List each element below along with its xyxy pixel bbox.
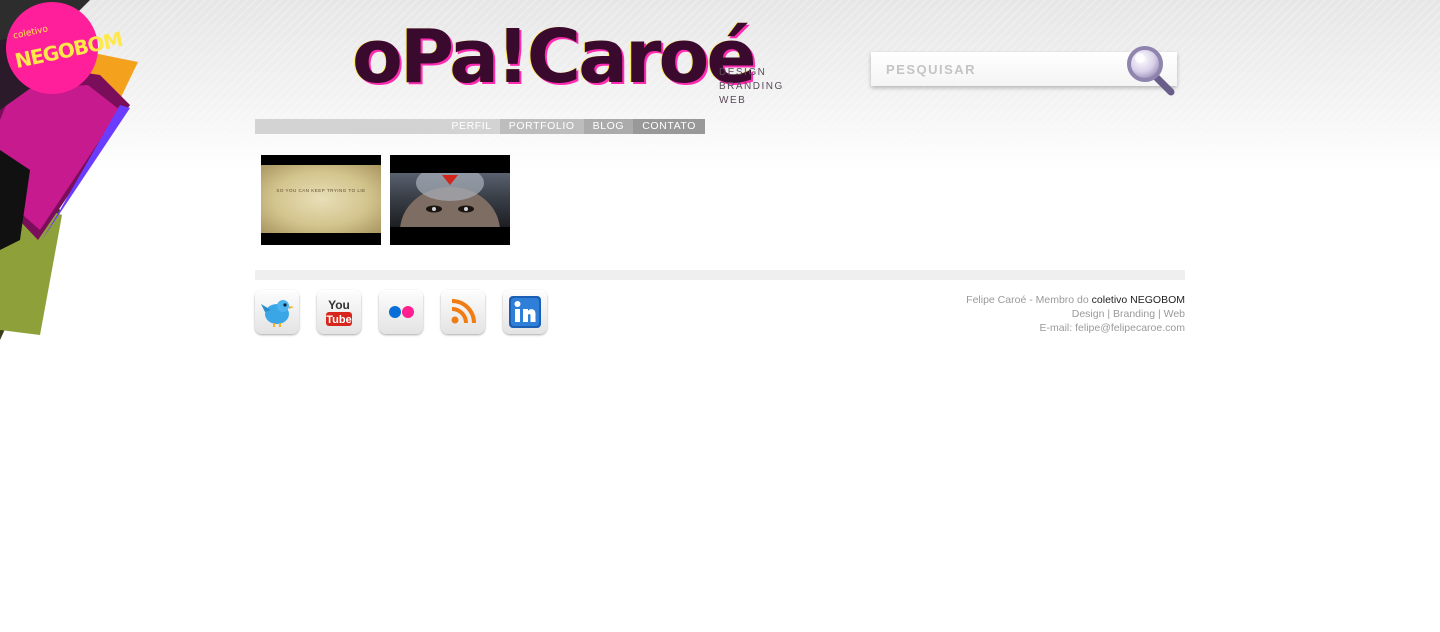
parchment-frame bbox=[261, 165, 381, 233]
magnifier-icon bbox=[1127, 46, 1175, 96]
search-box bbox=[871, 46, 1177, 96]
rss-icon bbox=[451, 299, 476, 324]
youtube-icon: You Tube bbox=[326, 298, 352, 326]
footer-line-2: Design | Branding | Web bbox=[966, 307, 1185, 321]
main-nav-bar: PERFIL PORTFOLIO BLOG CONTATO bbox=[255, 119, 705, 134]
flickr-link[interactable] bbox=[379, 290, 423, 334]
linkedin-icon bbox=[509, 296, 541, 328]
youtube-you-text: You bbox=[328, 298, 350, 312]
tagline-design: DESIGN bbox=[719, 67, 767, 78]
tagline: DESIGN BRANDING WEB bbox=[719, 66, 784, 108]
video-thumbnail-2[interactable] bbox=[390, 155, 510, 245]
nav-perfil[interactable]: PERFIL bbox=[443, 119, 500, 134]
thumbnail-caption: SO YOU CAN KEEP TRYING TO LIE bbox=[276, 188, 366, 193]
footer-line-3: E-mail: felipe@felipecaroe.com bbox=[966, 321, 1185, 335]
nav-contato[interactable]: CONTATO bbox=[633, 119, 705, 134]
footer-email-label: E-mail: bbox=[1039, 322, 1076, 334]
negobom-link[interactable]: coletivo NEGOBOM bbox=[1092, 294, 1185, 306]
face-still-image bbox=[400, 173, 500, 227]
main-nav: PERFIL PORTFOLIO BLOG CONTATO bbox=[443, 119, 705, 134]
footer-web-link[interactable]: Web bbox=[1164, 308, 1185, 320]
footer-separator: | bbox=[1104, 308, 1113, 320]
search-button[interactable] bbox=[1123, 40, 1179, 98]
video-thumbnail-1[interactable]: SO YOU CAN KEEP TRYING TO LIE bbox=[261, 155, 381, 245]
social-links: You Tube bbox=[255, 290, 547, 334]
nav-blog[interactable]: BLOG bbox=[583, 119, 634, 134]
badge-small-text: coletivo bbox=[12, 24, 50, 42]
tagline-branding: BRANDING bbox=[719, 81, 784, 92]
footer-member-text: Felipe Caroé - Membro do bbox=[966, 294, 1092, 306]
footer-design-link[interactable]: Design bbox=[1072, 308, 1105, 320]
footer-branding-link[interactable]: Branding bbox=[1113, 308, 1155, 320]
flickr-icon bbox=[389, 306, 414, 318]
youtube-link[interactable]: You Tube bbox=[317, 290, 361, 334]
footer-line-1: Felipe Caroé - Membro do coletivo NEGOBO… bbox=[966, 293, 1185, 307]
twitter-icon bbox=[261, 300, 294, 327]
footer-info: Felipe Caroé - Membro do coletivo NEGOBO… bbox=[966, 293, 1185, 335]
nav-portfolio[interactable]: PORTFOLIO bbox=[499, 119, 584, 134]
tagline-web: WEB bbox=[719, 95, 747, 106]
rss-link[interactable] bbox=[441, 290, 485, 334]
search-input[interactable] bbox=[871, 52, 1126, 86]
twitter-link[interactable] bbox=[255, 290, 299, 334]
negobom-badge[interactable]: coletivo NEGOBOM bbox=[6, 2, 124, 94]
footer-separator: | bbox=[1155, 308, 1164, 320]
footer-divider bbox=[255, 270, 1185, 280]
linkedin-link[interactable] bbox=[503, 290, 547, 334]
youtube-tube-text: Tube bbox=[326, 314, 351, 326]
site-logo[interactable]: oPa!Caroé bbox=[352, 12, 757, 102]
footer-email-link[interactable]: felipe@felipecaroe.com bbox=[1075, 322, 1185, 334]
